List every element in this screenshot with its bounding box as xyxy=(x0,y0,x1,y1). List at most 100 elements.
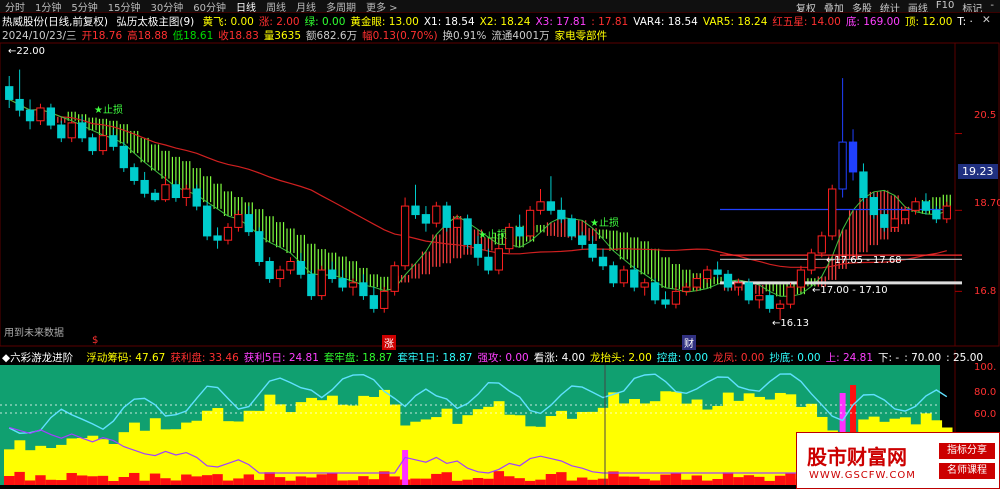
candle xyxy=(77,116,87,143)
sub-yellow-bar xyxy=(576,411,588,485)
sub-indicator-name[interactable]: ◆六彩游龙进阶 xyxy=(2,352,78,364)
tab-daily[interactable]: 日线 xyxy=(231,0,261,13)
sub-red-bar xyxy=(545,474,557,485)
candle-body xyxy=(942,205,951,220)
candle-body xyxy=(411,205,420,216)
sub-yellow-bar xyxy=(743,393,755,485)
sub-indicator-value: 获利盘: 33.46 xyxy=(170,352,239,364)
tab-30min[interactable]: 30分钟 xyxy=(145,0,188,13)
stats-button[interactable]: 统计 xyxy=(876,0,904,12)
quote-value: 量3635 xyxy=(263,30,302,42)
candle xyxy=(807,248,816,275)
sub-red-bar xyxy=(108,480,120,485)
candle xyxy=(338,270,347,292)
candle xyxy=(734,278,743,296)
sub-yellow-bar xyxy=(420,419,432,485)
candle-body xyxy=(755,295,764,301)
candle-body xyxy=(130,167,139,181)
event-marker-cai[interactable]: 财 xyxy=(682,335,696,350)
tab-60min[interactable]: 60分钟 xyxy=(188,0,231,13)
candle-body xyxy=(192,188,201,207)
sub-red-bar xyxy=(201,475,213,485)
sub-yellow-bar xyxy=(566,418,578,485)
sub-yellow-bar xyxy=(45,448,57,485)
tab-monthly[interactable]: 月线 xyxy=(291,0,321,13)
sub-yellow-bar xyxy=(254,410,265,485)
candle xyxy=(67,120,76,143)
sub-red-bar xyxy=(76,475,88,485)
current-price-tag: 19.23 xyxy=(958,164,998,179)
candle xyxy=(348,278,358,296)
minimize-button[interactable]: - xyxy=(986,0,998,12)
candle-body xyxy=(838,141,847,190)
sub-red-bar xyxy=(670,472,682,485)
mark-button[interactable]: 标记 xyxy=(958,0,986,12)
sub-yellow-bar xyxy=(722,392,734,485)
fuquan-button[interactable]: 复权 xyxy=(792,0,820,12)
close-panel-icon[interactable]: ✕ xyxy=(982,14,991,26)
candle-body xyxy=(723,273,733,288)
stop-loss-label-3: ★止损 xyxy=(590,218,619,229)
sub-yellow-bar xyxy=(222,421,234,485)
sub-red-bar xyxy=(118,476,130,485)
indicator-value: VAR5: 18.24 xyxy=(702,16,768,28)
candle xyxy=(161,176,170,202)
tab-1min[interactable]: 1分钟 xyxy=(30,0,66,13)
sub-red-bar xyxy=(431,473,443,485)
multi-stock-button[interactable]: 多股 xyxy=(848,0,876,12)
candle xyxy=(619,265,628,288)
low-price-label: ←16.13 xyxy=(772,318,810,329)
overlay-button[interactable]: 叠加 xyxy=(820,0,848,12)
sub-indicator-value: : 70.00 xyxy=(904,352,942,364)
tab-more[interactable]: 更多 > xyxy=(361,0,403,13)
candle xyxy=(713,261,722,279)
candle xyxy=(859,163,868,202)
candle xyxy=(463,214,472,249)
event-marker-zhang[interactable]: 涨 xyxy=(382,335,396,350)
candle-body xyxy=(911,201,920,211)
sub-yellow-bar xyxy=(181,422,193,485)
sub-yellow-bar xyxy=(4,449,15,485)
quote-value: 高18.88 xyxy=(127,30,168,42)
sub-yellow-bar xyxy=(201,410,213,485)
tab-5min[interactable]: 5分钟 xyxy=(66,0,102,13)
sub-indicator-value: 下: - xyxy=(878,352,900,364)
draw-line-button[interactable]: 画线 xyxy=(904,0,932,12)
candle xyxy=(723,270,733,292)
sub-yellow-bar xyxy=(76,438,88,485)
candle-body xyxy=(744,282,754,301)
tab-weekly[interactable]: 周线 xyxy=(261,0,291,13)
sub-red-bar xyxy=(472,478,484,485)
sub-cyan-line xyxy=(8,373,948,435)
candle xyxy=(275,265,285,288)
sub-yellow-bar xyxy=(285,412,297,485)
sub-red-bar xyxy=(274,477,286,485)
main-indicator-name[interactable]: 弘历太极主图(9) xyxy=(116,16,194,28)
indicator-value: 黄金眼: 13.00 xyxy=(350,16,419,28)
watermark-url: WWW.GSCFW.COM xyxy=(809,470,916,481)
f10-button[interactable]: F10 xyxy=(932,0,958,12)
sub-yellow-bar xyxy=(629,398,640,485)
tab-multi-period[interactable]: 多周期 xyxy=(321,0,361,13)
candle xyxy=(98,129,108,155)
sub-red-bar xyxy=(379,471,390,485)
candle-body xyxy=(880,214,889,228)
candle-body xyxy=(348,282,358,288)
indicator-value: X1: 18.54 xyxy=(423,16,475,28)
sub-red-bar xyxy=(524,480,536,485)
quote-value: 家电零部件 xyxy=(554,30,608,42)
sub-indicator-value: 控盘: 0.00 xyxy=(656,352,709,364)
main-chart[interactable] xyxy=(0,0,1000,489)
candle-body xyxy=(98,135,108,152)
candle-body xyxy=(421,214,431,224)
candle-body xyxy=(796,269,806,288)
quote-value: 幅0.13(0.70%) xyxy=(362,30,438,42)
candle-body xyxy=(817,235,826,254)
candle-body xyxy=(932,209,941,220)
tab-15min[interactable]: 15分钟 xyxy=(103,0,146,13)
sub-red-bar xyxy=(608,471,620,485)
candle-body xyxy=(775,303,785,309)
sub-tick-3: 60.0 xyxy=(974,409,997,420)
sub-yellow-bar xyxy=(764,399,776,485)
tab-fenshi[interactable]: 分时 xyxy=(0,0,30,13)
